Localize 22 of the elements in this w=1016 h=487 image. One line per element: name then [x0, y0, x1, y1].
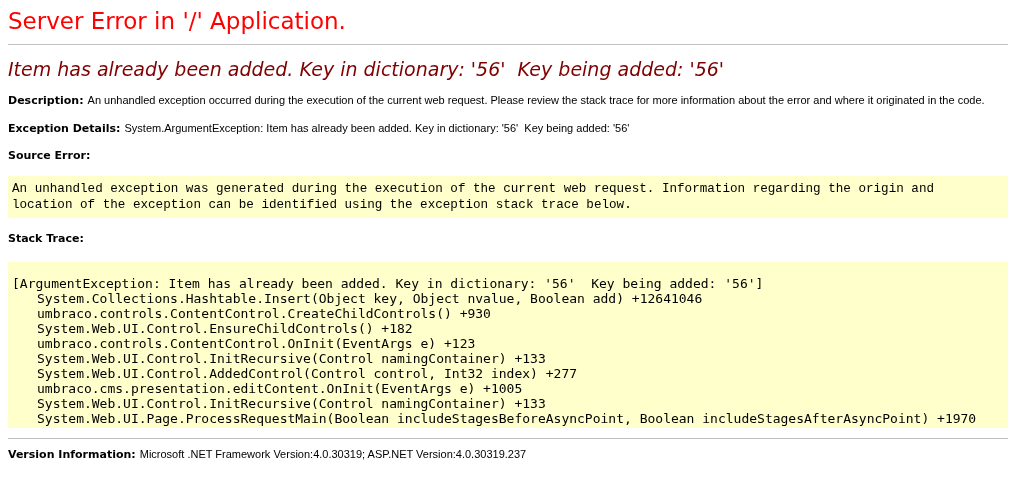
code-line: System.Web.UI.Page.ProcessRequestMain(Boolean includeStagesBeforeAsyncPoint, Boolean includeStagesAfterAsyncPoint) +1970 [36, 411, 978, 426]
error-heading: Item has already been added. Key in dictionary: '56' Key being added: '56' [8, 57, 725, 81]
code-line: System.Web.UI.Control.InitRecursive(Control namingContainer) +133 [36, 351, 547, 366]
code-line: umbraco.controls.ContentControl.CreateChildControls() +930 [36, 306, 492, 321]
code-line: An unhandled exception was generated during the execution of the current web request. Information regarding the origin and [12, 181, 935, 197]
version-text: Microsoft .NET Framework Version:4.0.30319; ASP.NET Version:4.0.30319.237 [139, 447, 527, 461]
exception-text: System.ArgumentException: Item has already been added. Key in dictionary: '56' Key being added: '56' [124, 121, 630, 135]
code-line: umbraco.controls.ContentControl.OnInit(EventArgs e) +123 [36, 336, 477, 351]
section-label: Description: [8, 94, 84, 108]
code-line: [ArgumentException: Item has already been added. Key in dictionary: '56' Key being added: '56'] [12, 276, 765, 291]
section-label: Stack Trace: [8, 232, 84, 246]
page-title: Server Error in '/' Application. [8, 7, 346, 36]
section-label: Source Error: [8, 149, 91, 163]
code-line: System.Web.UI.Control.InitRecursive(Control namingContainer) +133 [36, 396, 547, 411]
description-text: An unhandled exception occurred during the execution of the current web request. Please review the stack trace for more information about the error and where it originated in the code. [87, 93, 985, 107]
code-line: System.Web.UI.Control.AddedControl(Control control, Int32 index) +277 [36, 366, 579, 381]
section-label: Exception Details: [8, 122, 121, 136]
code-line: location of the exception can be identified using the exception stack trace below. [12, 197, 633, 213]
code-line: umbraco.cms.presentation.editContent.OnInit(EventArgs e) +1005 [36, 381, 524, 396]
code-line: System.Collections.Hashtable.Insert(Object key, Object nvalue, Boolean add) +12641046 [36, 291, 704, 306]
section-label: Version Information: [8, 448, 136, 462]
code-line: System.Web.UI.Control.EnsureChildControls() +182 [36, 321, 414, 336]
